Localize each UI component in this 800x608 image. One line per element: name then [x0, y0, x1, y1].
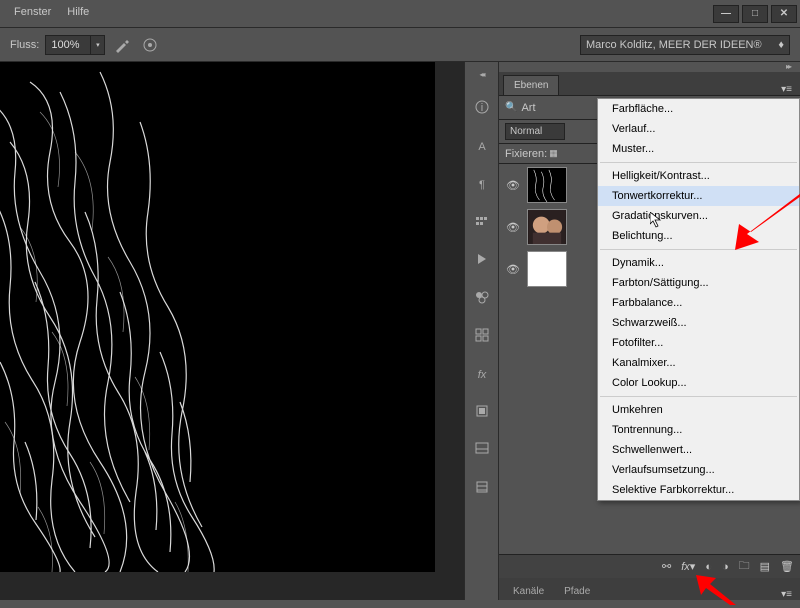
menu-separator: [600, 396, 797, 397]
pressure-icon[interactable]: [139, 34, 161, 56]
collapsed-panels: ◂◂ i A ¶ fx: [464, 62, 498, 600]
panel-menu-icon[interactable]: ▾≡: [773, 84, 800, 95]
search-icon: 🔍: [505, 102, 517, 113]
menu-separator: [600, 162, 797, 163]
tab-kanaele[interactable]: Kanäle: [503, 583, 554, 600]
paint-panel-icon[interactable]: [470, 437, 494, 461]
tab-ebenen[interactable]: Ebenen: [503, 75, 559, 95]
paragraph-panel-icon[interactable]: ¶: [470, 171, 494, 195]
menu-item[interactable]: Schwellenwert...: [598, 440, 799, 460]
grid-panel-icon[interactable]: [470, 323, 494, 347]
layer-thumbnail[interactable]: [527, 167, 567, 203]
maximize-button[interactable]: □: [742, 5, 768, 23]
adjustment-layer-icon[interactable]: ◑: [722, 561, 729, 573]
new-layer-icon[interactable]: ▤: [760, 560, 770, 573]
menu-item[interactable]: Muster...: [598, 139, 799, 159]
channels-tabrow: Kanäle Pfade ▾≡: [499, 578, 800, 600]
fluss-label: Fluss:: [10, 39, 39, 51]
annotation-arrow: [735, 190, 800, 253]
panel-menu-icon[interactable]: ▾≡: [773, 589, 800, 600]
layers-tabrow: Ebenen ▾≡: [499, 72, 800, 96]
menu-item[interactable]: Dynamik...: [598, 253, 799, 273]
menu-item[interactable]: Tontrennung...: [598, 420, 799, 440]
workspace-selector[interactable]: Marco Kolditz, MEER DER IDEEN®♦: [580, 35, 790, 55]
airbrush-icon[interactable]: [111, 34, 133, 56]
minimize-button[interactable]: —: [713, 5, 739, 23]
brush-panel-icon[interactable]: [470, 209, 494, 233]
menu-item[interactable]: Farbfläche...: [598, 99, 799, 119]
swatches-panel-icon[interactable]: [470, 285, 494, 309]
visibility-icon[interactable]: 👁: [499, 263, 527, 276]
menu-item[interactable]: Color Lookup...: [598, 373, 799, 393]
menu-item[interactable]: Fotofilter...: [598, 333, 799, 353]
filter-type-label[interactable]: Art: [521, 102, 535, 114]
menu-item[interactable]: Verlauf...: [598, 119, 799, 139]
menu-item[interactable]: Umkehren: [598, 400, 799, 420]
tab-pfade[interactable]: Pfade: [554, 583, 600, 600]
adjustment-layer-menu: Farbfläche... Verlauf... Muster... Helli…: [597, 98, 800, 501]
annotation-arrow: [696, 575, 736, 608]
lock-pixels-icon[interactable]: ▦: [549, 148, 561, 159]
link-layers-icon[interactable]: ⚯: [662, 560, 671, 573]
svg-text:A: A: [478, 141, 486, 153]
character-panel-icon[interactable]: A: [470, 133, 494, 157]
fluss-dropdown[interactable]: ▾: [91, 35, 105, 55]
layers-bottom-bar: ⚯ fx▾ ◐ ◑ 🗀 ▤ 🗑: [499, 554, 800, 578]
layer-thumbnail[interactable]: [527, 251, 567, 287]
misc-panel-icon[interactable]: [470, 475, 494, 499]
menu-item[interactable]: Schwarzweiß...: [598, 313, 799, 333]
canvas-image: [0, 62, 435, 572]
collapse-icon[interactable]: ▸▸: [499, 62, 800, 72]
svg-text:¶: ¶: [479, 179, 485, 191]
expand-icon[interactable]: ◂◂: [479, 70, 483, 79]
menu-item[interactable]: Helligkeit/Kontrast...: [598, 166, 799, 186]
blend-mode-select[interactable]: Normal: [505, 123, 565, 140]
layer-effects-icon[interactable]: fx▾: [681, 560, 695, 573]
options-bar: Fluss: 100% ▾ Marco Kolditz, MEER DER ID…: [0, 28, 800, 62]
group-icon[interactable]: 🗀: [739, 557, 750, 576]
close-button[interactable]: ✕: [771, 5, 797, 23]
titlebar: Fenster Hilfe — □ ✕: [0, 0, 800, 28]
info-panel-icon[interactable]: i: [470, 95, 494, 119]
menu-item[interactable]: Farbbalance...: [598, 293, 799, 313]
actions-panel-icon[interactable]: [470, 247, 494, 271]
visibility-icon[interactable]: 👁: [499, 221, 527, 234]
layer-thumbnail[interactable]: [527, 209, 567, 245]
canvas[interactable]: [0, 62, 464, 600]
menu-item[interactable]: Farbton/Sättigung...: [598, 273, 799, 293]
presets-panel-icon[interactable]: [470, 399, 494, 423]
menu-item[interactable]: Verlaufsumsetzung...: [598, 460, 799, 480]
visibility-icon[interactable]: 👁: [499, 179, 527, 192]
fluss-input[interactable]: 100%: [45, 35, 91, 55]
menu-item[interactable]: Kanalmixer...: [598, 353, 799, 373]
menu-item[interactable]: Selektive Farbkorrektur...: [598, 480, 799, 500]
svg-text:i: i: [480, 102, 482, 114]
delete-layer-icon[interactable]: 🗑: [780, 560, 794, 573]
layer-mask-icon[interactable]: ◐: [705, 561, 712, 573]
lock-label: Fixieren:: [505, 148, 547, 160]
svg-text:fx: fx: [477, 369, 486, 381]
styles-panel-icon[interactable]: fx: [470, 361, 494, 385]
